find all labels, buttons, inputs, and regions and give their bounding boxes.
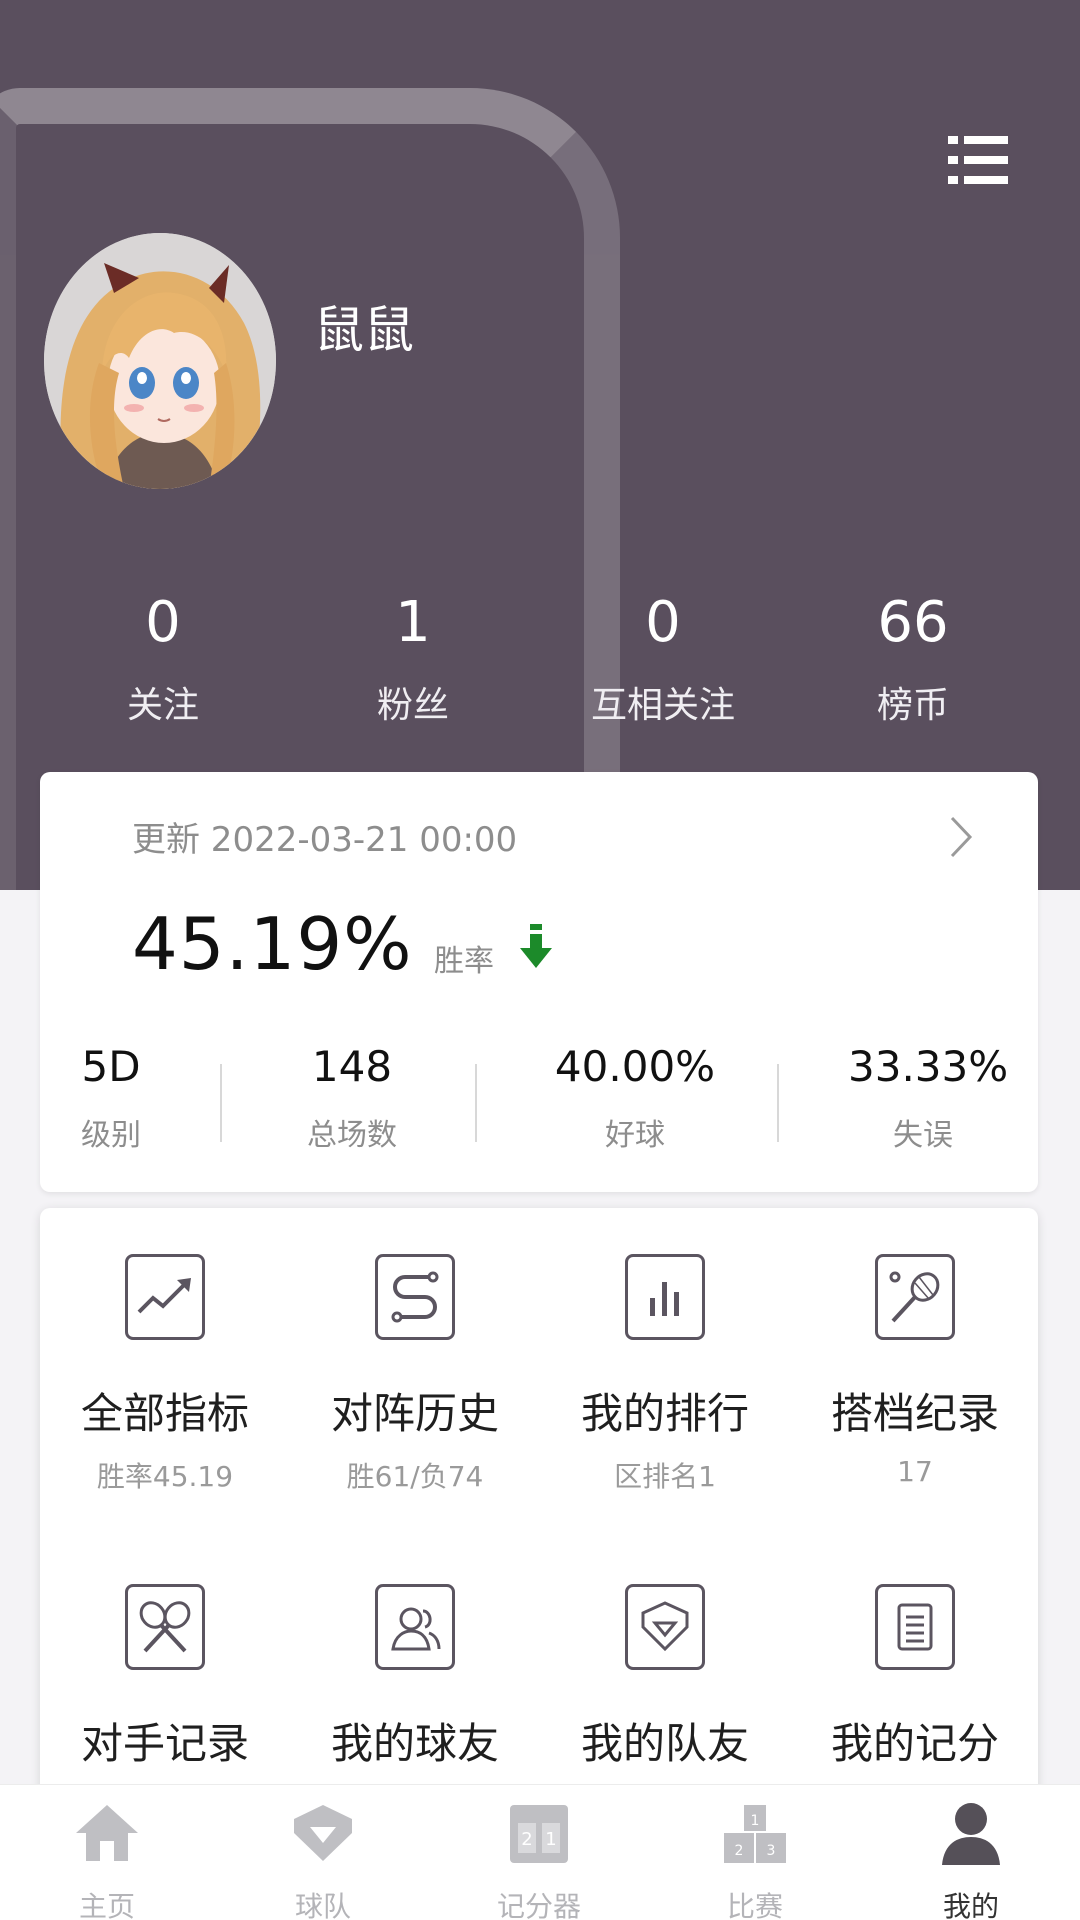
feature-subtitle: 胜率45.19: [96, 1460, 234, 1493]
feature-title: 我的排行: [580, 1389, 749, 1438]
feature-ranking[interactable]: 我的排行 区排名1: [540, 1254, 790, 1495]
document-icon: [875, 1584, 955, 1670]
tab-label: 比赛: [726, 1890, 783, 1920]
metric-value: 5D: [81, 1042, 141, 1091]
divider: [777, 1064, 779, 1142]
win-rate-label: 胜率: [434, 944, 494, 979]
metric-value: 148: [311, 1042, 393, 1091]
crossed-rackets-icon: [125, 1584, 205, 1670]
feature-partner-records[interactable]: 搭档纪录 17: [790, 1254, 1040, 1488]
stat-value: 0: [645, 590, 681, 655]
feature-title: 我的队友: [580, 1719, 749, 1768]
tab-scorer[interactable]: 2 1 记分器: [464, 1799, 614, 1920]
feature-title: 我的球友: [330, 1719, 499, 1768]
chevron-right-icon[interactable]: [946, 812, 976, 862]
header-decoration: [0, 88, 620, 890]
tab-label: 我的: [942, 1890, 999, 1920]
feature-opponent-records[interactable]: 对手记录: [40, 1584, 290, 1785]
social-stats: 0 关注 1 粉丝 0 互相关注 66 榜币: [0, 590, 1080, 730]
tab-mine[interactable]: 我的: [896, 1799, 1046, 1920]
svg-text:2: 2: [735, 1843, 744, 1859]
stat-value: 66: [877, 590, 949, 655]
trend-chart-icon: [125, 1254, 205, 1340]
scoreboard-icon: 2 1: [510, 1805, 568, 1863]
metric-good-shots: 40.00% 好球: [540, 1042, 730, 1154]
tab-home[interactable]: 主页: [32, 1799, 182, 1920]
stat-label: 粉丝: [376, 685, 449, 726]
stat-followers[interactable]: 1 粉丝: [288, 590, 538, 730]
metric-errors: 33.33% 失误: [848, 1042, 1009, 1154]
avatar[interactable]: [44, 233, 276, 489]
feature-title: 我的记分: [830, 1719, 999, 1768]
update-time: 更新 2022-03-21 00:00: [132, 820, 518, 860]
tab-match[interactable]: 1 2 3 比赛: [680, 1799, 830, 1920]
metric-label: 总场数: [307, 1118, 397, 1153]
stat-coins[interactable]: 66 榜币: [788, 590, 1038, 730]
feature-teammates[interactable]: 我的队友: [540, 1584, 790, 1785]
tab-label: 球队: [294, 1890, 351, 1920]
metric-value: 33.33%: [848, 1042, 1009, 1091]
stat-value: 1: [395, 590, 431, 655]
feature-subtitle: 区排名1: [614, 1460, 716, 1493]
user-icon: [942, 1803, 1000, 1865]
down-arrow-icon: [520, 924, 552, 968]
stat-mutual[interactable]: 0 互相关注: [538, 590, 788, 730]
divider: [475, 1064, 477, 1142]
stat-label: 榜币: [876, 685, 949, 726]
svg-text:1: 1: [545, 1829, 556, 1850]
bottom-tab-bar: 主页 球队 2 1 记分器 1 2 3 比赛 我的: [0, 1784, 1080, 1920]
stat-label: 关注: [126, 685, 199, 726]
metric-level: 5D 级别: [66, 1042, 156, 1154]
metric-label: 好球: [605, 1118, 665, 1153]
divider: [220, 1064, 222, 1142]
metric-total-games: 148 总场数: [272, 1042, 432, 1154]
stat-label: 互相关注: [590, 685, 735, 726]
metric-value: 40.00%: [554, 1042, 716, 1091]
feature-ball-friends[interactable]: 我的球友: [290, 1584, 540, 1785]
tab-label: 主页: [78, 1890, 135, 1920]
podium-icon: 1 2 3: [724, 1805, 786, 1863]
feature-title: 对阵历史: [330, 1389, 499, 1438]
tab-label: 记分器: [496, 1890, 581, 1920]
record-card[interactable]: 更新 2022-03-21 00:00 45.19% 胜率 5D 级别 148 …: [40, 772, 1038, 1192]
feature-subtitle: 胜61/负74: [346, 1460, 484, 1493]
feature-title: 全部指标: [80, 1389, 249, 1438]
svg-text:3: 3: [767, 1843, 776, 1859]
route-icon: [375, 1254, 455, 1340]
svg-text:2: 2: [521, 1829, 532, 1850]
metric-label: 级别: [81, 1118, 141, 1153]
svg-text:1: 1: [751, 1813, 760, 1829]
stat-following[interactable]: 0 关注: [38, 590, 288, 730]
feature-title: 搭档纪录: [830, 1389, 999, 1438]
feature-my-scores[interactable]: 我的记分: [790, 1584, 1040, 1785]
win-rate-value: 45.19%: [132, 902, 413, 986]
tab-team[interactable]: 球队: [248, 1799, 398, 1920]
feature-subtitle: 17: [897, 1455, 933, 1488]
metric-label: 失误: [893, 1118, 953, 1153]
team-icon: [294, 1805, 352, 1861]
menu-list-icon[interactable]: [948, 134, 1008, 186]
username: 鼠鼠: [314, 301, 414, 359]
metrics-row: 5D 级别 148 总场数 40.00% 好球 33.33% 失误: [40, 1042, 1038, 1172]
feature-all-metrics[interactable]: 全部指标 胜率45.19: [40, 1254, 290, 1495]
feature-match-history[interactable]: 对阵历史 胜61/负74: [290, 1254, 540, 1495]
stat-value: 0: [145, 590, 181, 655]
shield-icon: [625, 1584, 705, 1670]
home-icon: [76, 1805, 138, 1861]
users-icon: [375, 1584, 455, 1670]
feature-title: 对手记录: [80, 1719, 249, 1768]
profile-header: 鼠鼠 0 关注 1 粉丝 0 互相关注 66 榜币: [0, 0, 1080, 890]
racket-icon: [875, 1254, 955, 1340]
bar-chart-icon: [625, 1254, 705, 1340]
